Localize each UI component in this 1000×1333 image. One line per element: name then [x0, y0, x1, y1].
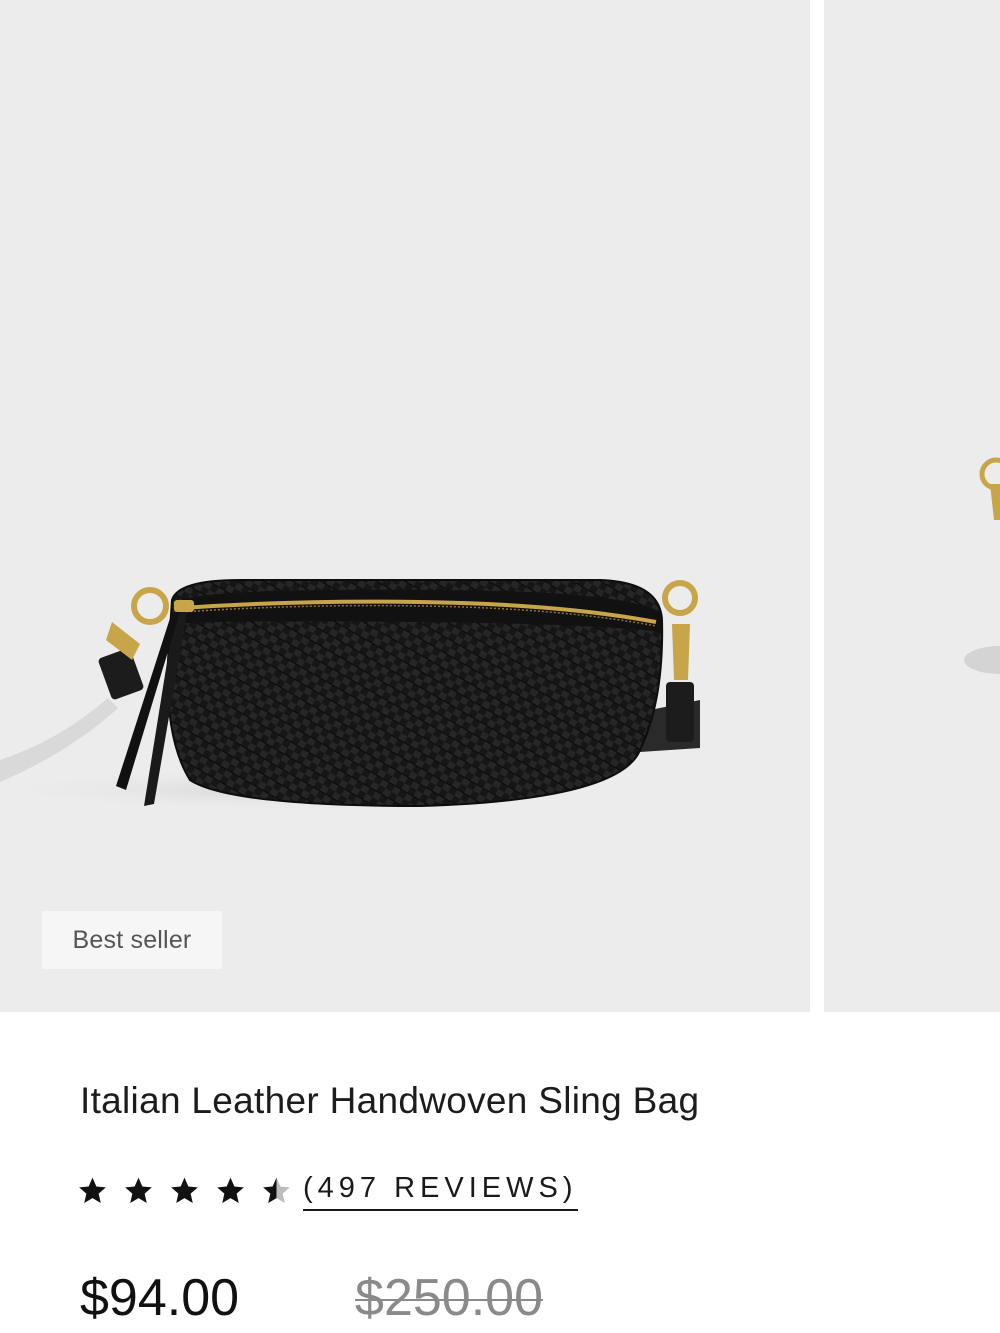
original-price: $250.00 — [355, 1269, 544, 1327]
star-icon — [79, 1177, 106, 1203]
image-carousel[interactable]: Best seller — [0, 0, 1000, 1012]
product-card: Best seller Italian Leather Handwoven Sl… — [0, 0, 1000, 1333]
star-icon — [125, 1177, 152, 1203]
product-image-slide[interactable]: Best seller — [0, 0, 810, 1012]
star-half-icon — [263, 1177, 290, 1203]
sale-price: $94.00 — [80, 1269, 240, 1327]
reviews-link[interactable]: (497 REVIEWS) — [303, 1172, 578, 1211]
reviews-count-label: (497 REVIEWS) — [303, 1172, 578, 1211]
product-rating[interactable]: (497 REVIEWS) — [76, 1166, 578, 1216]
product-title[interactable]: Italian Leather Handwoven Sling Bag — [80, 1080, 699, 1122]
price-block: $94.00 $250.00 — [80, 1268, 543, 1328]
star-icon — [217, 1177, 244, 1203]
product-image[interactable] — [0, 0, 810, 1012]
star-icon — [171, 1177, 198, 1203]
next-image-slide[interactable] — [824, 0, 1000, 1012]
next-product-image[interactable] — [824, 0, 1000, 1012]
best-seller-label: Best seller — [72, 925, 192, 954]
star-rating — [76, 1175, 306, 1207]
best-seller-badge: Best seller — [42, 911, 222, 969]
